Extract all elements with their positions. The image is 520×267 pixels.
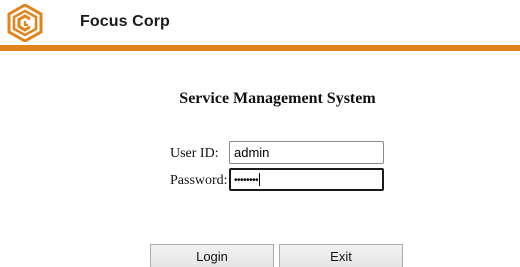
brand-name: Focus Corp: [80, 13, 170, 30]
login-page: Focus Corp Service Management System Use…: [0, 0, 520, 267]
password-field[interactable]: ••••••••: [229, 168, 384, 191]
exit-button[interactable]: Exit: [279, 244, 403, 267]
header-accent-bar: [0, 45, 520, 51]
header: Focus Corp: [0, 0, 520, 46]
password-mask: ••••••••: [234, 175, 259, 186]
login-button[interactable]: Login: [150, 244, 274, 267]
user-id-label: User ID:: [170, 146, 219, 161]
focus-corp-logo-icon: [7, 4, 43, 42]
user-id-value: admin: [234, 145, 270, 160]
password-label: Password:: [170, 173, 228, 188]
text-caret: [259, 173, 261, 186]
user-id-field[interactable]: admin: [229, 141, 384, 164]
page-title: Service Management System: [179, 90, 376, 107]
